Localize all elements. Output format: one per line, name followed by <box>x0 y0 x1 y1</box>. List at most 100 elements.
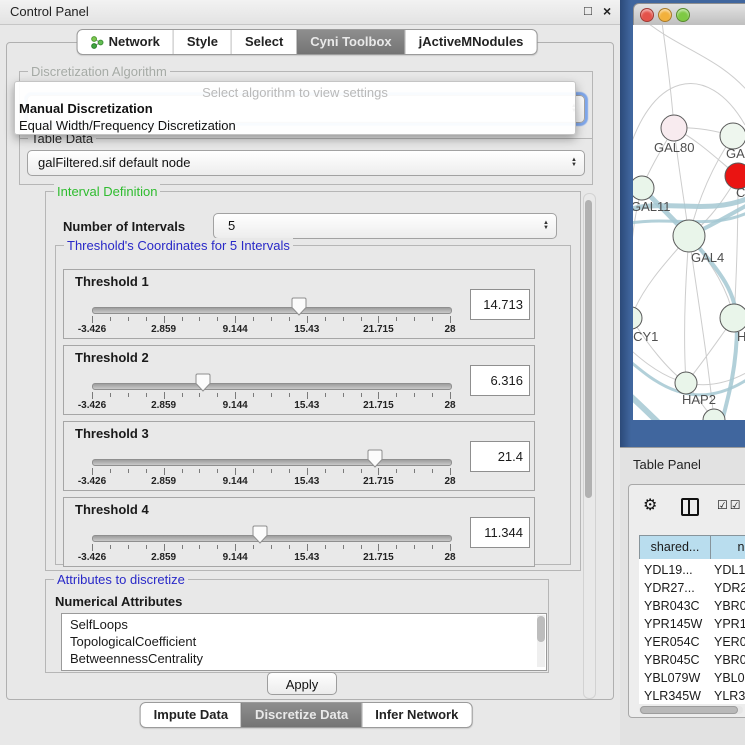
table-hscrollbar-thumb[interactable] <box>640 706 738 714</box>
tab-network[interactable]: Network <box>78 30 173 54</box>
network-window-titlebar[interactable] <box>633 3 745 27</box>
slider-track[interactable] <box>92 383 452 390</box>
table-row[interactable]: YBL079WYBL0 <box>639 667 745 685</box>
tick-mark <box>235 392 236 399</box>
tick-mark <box>92 316 93 323</box>
panel-scrollbar-thumb[interactable] <box>585 200 592 498</box>
node-gal11[interactable] <box>633 176 654 200</box>
tick-mark <box>378 316 379 323</box>
tab-jactivemnodules[interactable]: jActiveMNodules <box>405 30 537 54</box>
tick-mark <box>110 317 111 321</box>
tick-mark <box>235 544 236 551</box>
tab-discretize-data[interactable]: Discretize Data <box>241 703 361 727</box>
table-row[interactable]: YBR045CYBR0 <box>639 649 745 667</box>
columns-icon[interactable] <box>681 498 699 516</box>
threshold-box-2: Threshold 2-3.4262.8599.14415.4321.71528… <box>63 345 535 415</box>
control-panel: Control Panel □ × NetworkStyleSelectCyni… <box>0 0 620 745</box>
tick-mark <box>325 545 326 549</box>
threshold-value-field[interactable]: 14.713 <box>470 289 530 320</box>
bottom-tab-bar: Impute DataDiscretize Data Infer Network <box>140 702 473 728</box>
tab-select[interactable]: Select <box>231 30 296 54</box>
column-header-shared-[interactable]: shared... <box>640 536 711 559</box>
panel-scrollbar[interactable] <box>583 193 596 699</box>
slider-thumb[interactable] <box>252 525 268 544</box>
tick-label: 2.859 <box>134 324 194 335</box>
network-canvas[interactable]: GAL80GACGAL11GAL4GCY1HHAP2 <box>633 25 745 420</box>
tab-label: Infer Network <box>375 703 458 727</box>
tick-mark <box>396 545 397 549</box>
attribute-item-topologicalcoefficient[interactable]: TopologicalCoefficient <box>70 633 546 650</box>
slider-thumb[interactable] <box>367 449 383 468</box>
numerical-attributes-label: Numerical Attributes <box>55 594 182 609</box>
checkbox-icons[interactable]: ☑☑ <box>717 498 743 512</box>
tick-mark <box>110 469 111 473</box>
number-of-intervals-combo[interactable]: 5 ▲▼ <box>213 213 557 239</box>
node-hap2[interactable] <box>675 372 697 394</box>
threshold-value-field[interactable]: 21.4 <box>470 441 530 472</box>
dropdown-option-equal-width-frequency[interactable]: Equal Width/Frequency Discretization <box>15 117 575 134</box>
gear-icon[interactable]: ⚙ <box>643 495 657 515</box>
table-cell: YBR0 <box>710 649 745 667</box>
table-panel: Table Panel ⚙ ☑☑ shared...n YDL19...YDL1… <box>620 447 745 745</box>
tick-label: 2.859 <box>134 400 194 411</box>
table-row[interactable]: YLR345WYLR3 <box>639 685 745 703</box>
slider-track[interactable] <box>92 535 452 542</box>
tick-mark <box>307 316 308 323</box>
minimize-traffic-light[interactable] <box>658 8 672 22</box>
tab-label: Cyni Toolbox <box>310 30 391 54</box>
list-scrollbar-thumb[interactable] <box>537 616 545 642</box>
node-gal80[interactable] <box>661 115 687 141</box>
node-label-gal11: GAL11 <box>633 199 671 214</box>
tick-label: -3.426 <box>62 552 122 563</box>
list-scrollbar[interactable] <box>537 615 545 667</box>
tick-mark <box>432 393 433 397</box>
tick-label: 21.715 <box>348 400 408 411</box>
table-row[interactable]: YBR043CYBR0 <box>639 595 745 613</box>
dropdown-option-manual-discretization[interactable]: Manual Discretization <box>15 100 575 117</box>
slider-track[interactable] <box>92 459 452 466</box>
tick-mark <box>253 545 254 549</box>
table-data-combo[interactable]: galFiltered.sif default node ▲▼ <box>27 150 585 176</box>
table-row[interactable]: YDR27...YDR2 <box>639 577 745 595</box>
numerical-attributes-list[interactable]: SelfLoopsTopologicalCoefficientBetweenne… <box>61 613 547 671</box>
table-cell: YER0 <box>710 631 745 649</box>
node-gcy1[interactable] <box>633 307 642 329</box>
tick-mark <box>396 393 397 397</box>
tab-cyni-toolbox[interactable]: Cyni Toolbox <box>296 30 404 54</box>
tick-mark <box>307 544 308 551</box>
tab-infer-network[interactable]: Infer Network <box>361 703 471 727</box>
tick-mark <box>235 468 236 475</box>
tick-mark <box>182 545 183 549</box>
slider-track[interactable] <box>92 307 452 314</box>
table-row[interactable]: YIL052CYIL0 <box>639 703 745 704</box>
table-row[interactable]: YPR145WYPR1 <box>639 613 745 631</box>
attribute-item-selfloops[interactable]: SelfLoops <box>70 616 546 633</box>
tick-mark <box>289 469 290 473</box>
attribute-item-betweennesscentrality[interactable]: BetweennessCentrality <box>70 650 546 667</box>
slider-thumb[interactable] <box>195 373 211 392</box>
threshold-value-field[interactable]: 6.316 <box>470 365 530 396</box>
node-h-node[interactable] <box>720 304 745 332</box>
threshold-sliders: Threshold 1-3.4262.8599.14415.4321.71528… <box>63 269 535 573</box>
table-row[interactable]: YDL19...YDL1 <box>639 559 745 577</box>
tick-mark <box>343 393 344 397</box>
slider-thumb[interactable] <box>291 297 307 316</box>
close-icon[interactable]: × <box>603 3 611 19</box>
tab-style[interactable]: Style <box>173 30 231 54</box>
tick-mark <box>110 545 111 549</box>
tab-impute-data[interactable]: Impute Data <box>141 703 241 727</box>
apply-button[interactable]: Apply <box>267 672 337 695</box>
table-hscrollbar[interactable] <box>639 706 743 714</box>
threshold-value-field[interactable]: 11.344 <box>470 517 530 548</box>
node-label-h-node: H <box>737 329 745 344</box>
node-gal4[interactable] <box>673 220 705 252</box>
close-traffic-light[interactable] <box>640 8 654 22</box>
tick-mark <box>361 469 362 473</box>
table-row[interactable]: YER054CYER0 <box>639 631 745 649</box>
float-window-icon[interactable]: □ <box>584 3 592 18</box>
node-label-gal4: GAL4 <box>691 250 724 265</box>
tick-mark <box>289 545 290 549</box>
column-header-n[interactable]: n <box>711 536 745 559</box>
zoom-traffic-light[interactable] <box>676 8 690 22</box>
tick-mark <box>396 317 397 321</box>
